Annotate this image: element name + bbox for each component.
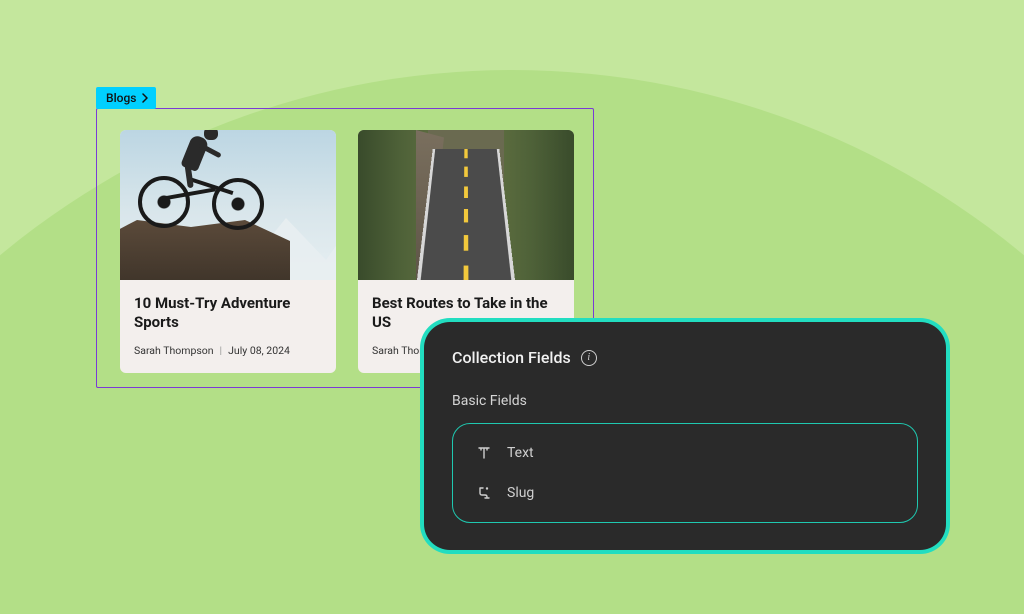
meta-separator: | (220, 344, 223, 357)
basic-fields-label: Basic Fields (452, 393, 918, 409)
blog-card-title: 10 Must-Try Adventure Sports (134, 294, 322, 332)
panel-title: Collection Fields (452, 348, 571, 367)
blog-card-author: Sarah Thompson (134, 344, 214, 357)
blog-card-meta: Sarah Thompson | July 08, 2024 (134, 344, 322, 357)
field-option-slug[interactable]: Slug (471, 478, 899, 508)
collection-fields-panel-inner: Collection Fields i Basic Fields Text Sl… (424, 322, 946, 550)
blog-card-image (120, 130, 336, 280)
blogs-tag[interactable]: Blogs (96, 87, 156, 109)
blog-card-body: 10 Must-Try Adventure Sports Sarah Thomp… (120, 280, 336, 373)
fields-box: Text Slug (452, 423, 918, 523)
info-icon[interactable]: i (581, 350, 597, 366)
field-option-label: Slug (507, 485, 534, 501)
field-option-label: Text (507, 445, 534, 461)
blogs-tag-label: Blogs (106, 91, 136, 105)
blog-card-image (358, 130, 574, 280)
collection-fields-panel: Collection Fields i Basic Fields Text Sl… (420, 318, 950, 554)
stage: Blogs 10 Must-Try Adventure Sport (0, 0, 1024, 614)
slug-icon (475, 484, 493, 502)
blog-card-date: July 08, 2024 (228, 344, 290, 357)
panel-title-row: Collection Fields i (452, 348, 918, 367)
text-icon (475, 444, 493, 462)
blog-card[interactable]: 10 Must-Try Adventure Sports Sarah Thomp… (120, 130, 336, 373)
chevron-right-icon (140, 93, 150, 103)
field-option-text[interactable]: Text (471, 438, 899, 468)
